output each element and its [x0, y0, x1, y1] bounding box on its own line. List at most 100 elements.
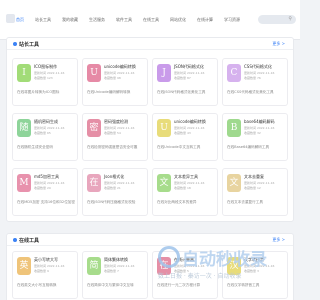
tool-card-update-time: 更新时间 2022-11-16 [174, 126, 205, 130]
tool-card-description: 在线Base64编码解码工具 [227, 145, 270, 149]
tool-card-fav-count: 收藏数量 9 [34, 269, 49, 273]
section-dot-icon [13, 238, 17, 242]
section-more-link[interactable]: 更多 > [272, 41, 285, 47]
tool-card-fav-count: 收藏数量 54 [104, 131, 121, 135]
tool-card[interactable]: 英英小写转大写 更新时间 2022-11-16 收藏数量 9 在线英文大小写互相转换 [12, 251, 78, 299]
tool-card-description: 在线JSON代码格式化美化工具 [157, 90, 206, 94]
tool-card-description: 在线MD5加密 支持16位和32位加密 [17, 200, 75, 204]
nav-item-life-services[interactable]: 生活服务 [89, 17, 105, 23]
tool-card[interactable]: 文文本差异工具 更新时间 2022-11-16 收藏数量 18 在线对比两段文本的差异 [152, 168, 218, 216]
tool-card-name[interactable]: 文本去重复 [244, 174, 264, 180]
tool-card-update-time: 更新时间 2022-11-16 [174, 71, 205, 75]
tool-card-name[interactable]: 简体繁体转换 [104, 257, 128, 263]
tool-card-name[interactable]: ICO图标制作 [34, 64, 57, 70]
tool-card-update-time: 更新时间 2022-11-16 [244, 126, 275, 130]
tool-card-update-time: 更新时间 2022-11-16 [104, 126, 135, 130]
tool-card-name[interactable]: base64编码解码 [244, 119, 275, 125]
nav-item-home[interactable]: 首页 [16, 17, 24, 23]
watermark-logo-icon [158, 246, 180, 268]
tool-card-fav-count: 收藏数量 43 [174, 131, 191, 135]
tool-card-update-time: 更新时间 2022-11-16 [244, 181, 275, 185]
tool-card[interactable]: 密密码强度检测 更新时间 2022-11-16 收藏数量 54 在线检测密码强度是否安… [82, 113, 148, 161]
top-navbar: 首页 站长工具 我的收藏 生活服务 软件工具 在线工具 网站优化 在线计算 学习… [0, 0, 300, 40]
tool-card[interactable]: I ICO图标制作 更新时间 2022-11-16 收藏数量 123 在线将图片转换为I… [12, 58, 78, 106]
site-logo[interactable] [6, 14, 15, 23]
tool-card[interactable]: 在 Json格式化 更新时间 2022-11-16 收藏数量 21 在线JSON代码压缩… [82, 168, 148, 216]
tool-card[interactable]: Uunicode编码转换 更新时间 2022-11-16 收藏数量 98 在线Unic… [82, 58, 148, 106]
watermark-subtitle: 数上日报 · 秦访一次 · 自动收录 [158, 273, 242, 280]
tool-card[interactable]: 文文本去重复 更新时间 2022-11-16 收藏数量 12 在线文本去重复行工具 [222, 168, 288, 216]
tool-card-fav-count: 收藏数量 76 [244, 76, 261, 80]
tool-card-icon: M [17, 174, 31, 192]
tool-card-update-time: 更新时间 2022-11-16 [34, 71, 65, 75]
nav-item-site-optimization[interactable]: 网站优化 [170, 17, 186, 23]
nav-item-online-calc[interactable]: 在线计算 [197, 17, 213, 23]
tool-card-name[interactable]: 文本差异工具 [174, 174, 198, 180]
tool-card-icon: J [157, 64, 171, 82]
tool-card-name[interactable]: CSS代码格式化 [244, 64, 272, 70]
tool-card-description: 在线Unicode中文互转工具 [157, 145, 201, 149]
tool-card-icon: 密 [87, 119, 101, 137]
tool-card-icon: U [87, 64, 101, 82]
tool-card-update-time: 更新时间 2022-11-16 [174, 181, 205, 185]
section-header: 站长工具 更多 > [7, 38, 293, 50]
nav-item-favorites[interactable]: 我的收藏 [62, 17, 78, 23]
tool-card-description: 在线对比两段文本的差异 [157, 200, 197, 204]
tool-card-icon: B [227, 119, 241, 137]
tool-card-icon: U [157, 119, 171, 137]
tool-card-fav-count: 收藏数量 65 [34, 131, 51, 135]
nav-item-webmaster-tools[interactable]: 站长工具 [35, 17, 51, 23]
tool-card[interactable]: Bbase64编码解码 更新时间 2022-11-16 收藏数量 32 在线Base6… [222, 113, 288, 161]
tool-card-description: 在线CSS代码格式化美化工具 [227, 90, 274, 94]
tool-card-update-time: 更新时间 2022-11-16 [34, 126, 65, 130]
nav-item-online-tools[interactable]: 在线工具 [143, 17, 159, 23]
tool-card[interactable]: 简简体繁体转换 更新时间 2022-11-16 收藏数量 7 在线简体中文与繁体中文互… [82, 251, 148, 299]
tool-card-fav-count: 收藏数量 18 [174, 186, 191, 190]
tool-card-description: 在线JSON代码压缩格式化校验 [87, 200, 136, 204]
tool-card-update-time: 更新时间 2022-11-16 [104, 181, 135, 185]
tool-card[interactable]: C CSS代码格式化 更新时间 2022-11-16 收藏数量 76 在线CSS代码格式… [222, 58, 288, 106]
tool-card-icon: C [227, 64, 241, 82]
watermark-title: 自动秒收录 [182, 250, 267, 270]
search-input[interactable]: ⚲ [258, 15, 296, 24]
tool-card-icon: 文 [227, 174, 241, 192]
tool-card-description: 在线检测密码强度是否安全可靠 [87, 145, 138, 149]
tool-card-icon: 随 [17, 119, 31, 137]
tool-card-icon: 英 [17, 257, 31, 275]
tool-card-icon: 简 [87, 257, 101, 275]
tool-card[interactable]: Mmd5加密工具 更新时间 2022-11-16 收藏数量 29 在线MD5加密 支持… [12, 168, 78, 216]
section-title: 在线工具 [19, 238, 40, 244]
tool-card-update-time: 更新时间 2022-11-16 [34, 181, 65, 185]
watermark: 自动秒收录 数上日报 · 秦访一次 · 自动收录 [158, 246, 298, 286]
nav-item-learning[interactable]: 学习资源 [224, 17, 240, 23]
tool-card-name[interactable]: Json格式化 [104, 174, 124, 180]
tool-card-description: 在线将图片转换为ICO图标 [17, 90, 60, 94]
nav-item-software-tools[interactable]: 软件工具 [116, 17, 132, 23]
tool-card-fav-count: 收藏数量 32 [244, 131, 261, 135]
tool-card-name[interactable]: 随机密码生成 [34, 119, 58, 125]
tool-card-description: 在线英文大小写互相转换 [17, 283, 57, 287]
tool-card-icon: I [17, 64, 31, 82]
tool-card-update-time: 更新时间 2022-11-16 [244, 71, 275, 75]
tool-card[interactable]: J JSON代码格式化 更新时间 2022-11-16 收藏数量 87 在线JSON代码… [152, 58, 218, 106]
tool-card-description: 在线文本去重复行工具 [227, 200, 263, 204]
tool-card-name[interactable]: JSON代码格式化 [174, 64, 204, 70]
tool-card-update-time: 更新时间 2022-11-16 [104, 264, 135, 268]
search-icon[interactable]: ⚲ [288, 16, 292, 22]
section-title: 站长工具 [19, 42, 40, 48]
tool-card[interactable]: Uunicode编码转换 更新时间 2022-11-16 收藏数量 43 在线Unic… [152, 113, 218, 161]
tool-card-fav-count: 收藏数量 7 [104, 269, 119, 273]
tool-card-description: 在线随机生成安全密码 [17, 145, 53, 149]
tool-card-fav-count: 收藏数量 98 [104, 76, 121, 80]
tool-card-name[interactable]: unicode编码转换 [174, 119, 206, 125]
tool-card[interactable]: 随随机密码生成 更新时间 2022-11-16 收藏数量 65 在线随机生成安全密码 [12, 113, 78, 161]
tool-card-name[interactable]: 英小写转大写 [34, 257, 58, 263]
tool-card-name[interactable]: md5加密工具 [34, 174, 59, 180]
tool-card-update-time: 更新时间 2022-11-16 [104, 71, 135, 75]
section-more-link[interactable]: 更多 > [272, 237, 285, 243]
tool-card-name[interactable]: unicode编码转换 [104, 64, 136, 70]
tool-card-fav-count: 收藏数量 29 [34, 186, 51, 190]
tool-card-description: 在线Unicode编码解码转换 [87, 90, 131, 94]
tool-card-name[interactable]: 密码强度检测 [104, 119, 128, 125]
tool-card-fav-count: 收藏数量 21 [104, 186, 121, 190]
